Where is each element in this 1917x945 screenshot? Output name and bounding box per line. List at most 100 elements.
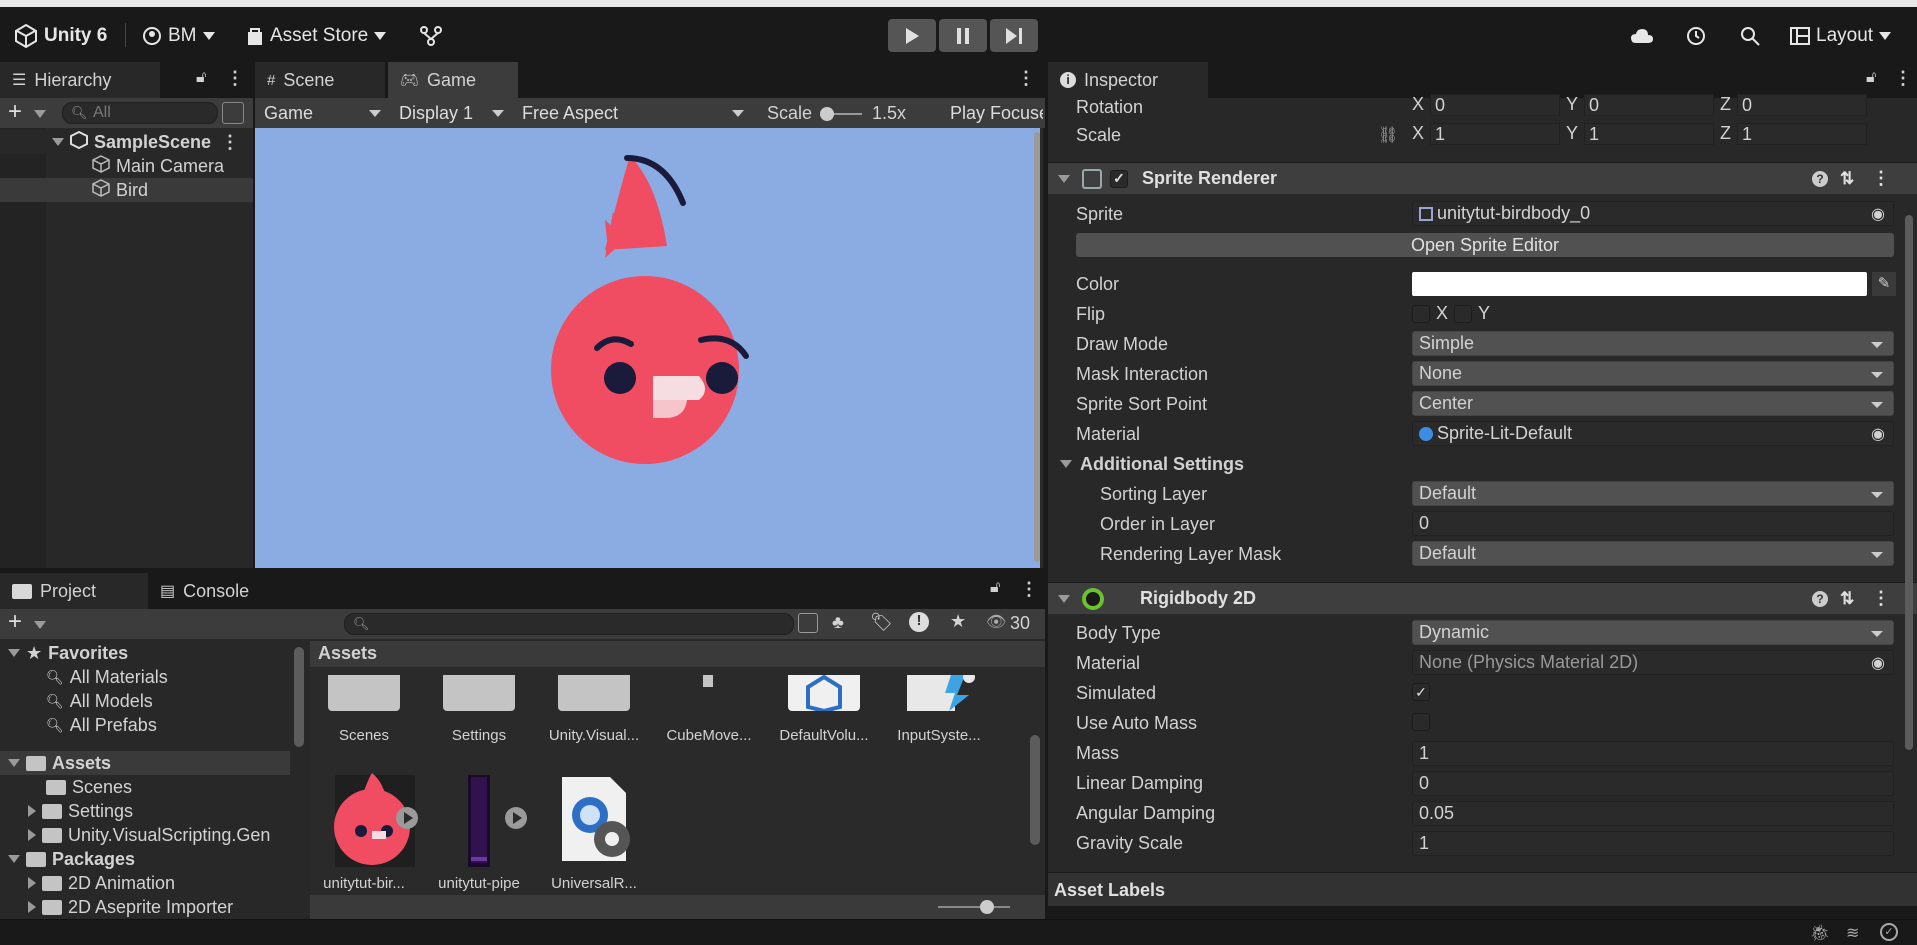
tab-hierarchy[interactable]: ☰ Hierarchy xyxy=(0,62,160,98)
tab-inspector[interactable]: i Inspector xyxy=(1048,62,1208,98)
scale-slider[interactable]: Scale 1.5x xyxy=(755,100,938,127)
play-icon[interactable] xyxy=(505,807,527,829)
unlinked-icon[interactable]: ⛓︎ xyxy=(1378,125,1398,145)
expand-icon[interactable] xyxy=(8,759,20,767)
display-dropdown[interactable]: Display 1 xyxy=(392,100,510,127)
expand-icon[interactable] xyxy=(28,805,36,817)
cloud-button[interactable] xyxy=(1630,21,1654,51)
expand-icon[interactable] xyxy=(52,138,64,146)
help-icon[interactable]: ? xyxy=(1812,170,1828,187)
asset-labels-header[interactable]: Asset Labels xyxy=(1048,872,1917,906)
order-in-layer-input[interactable]: 0 xyxy=(1412,511,1894,536)
asset-store-dropdown[interactable]: Asset Store xyxy=(246,21,387,51)
expand-icon[interactable] xyxy=(1058,174,1070,183)
object-picker-icon[interactable]: ◉ xyxy=(1871,424,1885,444)
expand-icon[interactable] xyxy=(1058,594,1070,603)
chevron-down-icon[interactable] xyxy=(34,110,46,118)
sorting-layer-dropdown[interactable]: Default xyxy=(1412,481,1894,506)
step-button[interactable] xyxy=(990,19,1038,52)
bug-icon[interactable]: 🐞︎ xyxy=(1810,923,1830,943)
asset-item[interactable]: Scenes xyxy=(310,675,418,744)
scale-track[interactable] xyxy=(820,106,863,121)
material-field[interactable]: Sprite-Lit-Default ◉ xyxy=(1412,421,1894,446)
kebab-menu-icon[interactable]: ⋮ xyxy=(1872,588,1890,609)
game-viewport[interactable] xyxy=(255,128,1043,568)
expand-icon[interactable] xyxy=(8,649,20,657)
favorite-item[interactable]: 🔍︎ All Models xyxy=(46,689,153,713)
object-picker-icon[interactable]: ◉ xyxy=(1871,204,1885,224)
play-icon[interactable] xyxy=(396,807,418,829)
lock-icon[interactable]: 🔓︎ xyxy=(196,69,206,87)
tab-scene[interactable]: # Scene xyxy=(255,62,385,98)
help-icon[interactable]: ? xyxy=(1812,590,1828,607)
chevron-down-icon[interactable] xyxy=(34,621,46,629)
unity-logo-button[interactable]: Unity 6 xyxy=(14,21,107,51)
color-swatch[interactable] xyxy=(1412,272,1867,296)
auto-mass-checkbox[interactable] xyxy=(1412,713,1430,731)
add-icon[interactable]: + xyxy=(8,608,22,636)
flip-x-checkbox[interactable] xyxy=(1412,304,1430,323)
expand-icon[interactable] xyxy=(1060,460,1072,468)
eyedropper-icon[interactable]: ✎ xyxy=(1872,272,1896,296)
sprite-field[interactable]: unitytut-birdbody_0 ◉ xyxy=(1412,201,1894,226)
expand-icon[interactable] xyxy=(28,877,36,889)
asset-item[interactable]: Settings xyxy=(425,675,533,744)
scene-search-icon[interactable] xyxy=(798,613,818,633)
linear-damping-input[interactable]: 0 xyxy=(1412,771,1894,796)
physics-material-field[interactable]: None (Physics Material 2D) ◉ xyxy=(1412,650,1894,675)
angular-damping-input[interactable]: 0.05 xyxy=(1412,801,1894,826)
rendering-layer-mask-dropdown[interactable]: Default xyxy=(1412,541,1894,566)
preset-icon[interactable]: ⇅ xyxy=(1840,169,1854,189)
sprite-renderer-header[interactable]: ✓ Sprite Renderer ? ⇅ ⋮ xyxy=(1048,162,1917,194)
search-button[interactable] xyxy=(1739,21,1761,51)
simulated-checkbox[interactable]: ✓ xyxy=(1412,683,1430,701)
grid-scrollbar[interactable] xyxy=(1030,675,1040,855)
asset-item[interactable]: CubeMove... xyxy=(655,675,763,744)
inspector-scrollbar[interactable] xyxy=(1905,100,1915,870)
layers-icon[interactable]: ≋ xyxy=(1846,923,1859,943)
gravity-scale-input[interactable]: 1 xyxy=(1412,831,1894,856)
tree-scrollbar[interactable] xyxy=(294,647,304,747)
preset-icon[interactable]: ⇅ xyxy=(1840,589,1854,609)
asset-item[interactable]: unitytut-bir... xyxy=(310,771,418,892)
body-type-dropdown[interactable]: Dynamic xyxy=(1412,620,1894,645)
asset-folder[interactable]: Scenes xyxy=(46,775,132,799)
thumbnail-size-thumb[interactable] xyxy=(980,900,994,914)
kebab-menu-icon[interactable]: ⋮ xyxy=(1872,168,1890,189)
expand-icon[interactable] xyxy=(28,901,36,913)
additional-settings-foldout[interactable]: Additional Settings xyxy=(1048,451,1917,477)
packages-row[interactable]: Packages xyxy=(8,847,135,871)
lock-icon[interactable]: 🔓︎ xyxy=(1866,69,1876,87)
draw-mode-dropdown[interactable]: Simple xyxy=(1412,331,1894,356)
mask-interaction-dropdown[interactable]: None xyxy=(1412,361,1894,386)
asset-item[interactable]: Unity.Visual... xyxy=(540,675,648,744)
kebab-menu-icon[interactable]: ⋮ xyxy=(221,132,239,153)
asset-item[interactable]: UniversalR... xyxy=(540,771,648,892)
eye-icon[interactable]: 👁︎ xyxy=(986,612,1006,632)
game-mode-dropdown[interactable]: Game xyxy=(257,100,387,127)
rotation-y-input[interactable]: 0 xyxy=(1584,94,1715,116)
scene-row[interactable]: SampleScene ⋮ xyxy=(0,130,253,154)
mass-input[interactable]: 1 xyxy=(1412,741,1894,766)
rotation-z-input[interactable]: 0 xyxy=(1737,94,1868,116)
scale-y-input[interactable]: 1 xyxy=(1584,123,1715,145)
version-control-button[interactable] xyxy=(420,21,442,51)
kebab-menu-icon[interactable]: ⋮ xyxy=(1017,68,1035,89)
star-icon[interactable]: ★ xyxy=(950,611,966,632)
hierarchy-item-bird[interactable]: Bird xyxy=(0,178,253,202)
warning-filter-icon[interactable]: ! xyxy=(909,612,929,632)
package-folder[interactable]: 2D Animation xyxy=(28,871,175,895)
aspect-dropdown[interactable]: Free Aspect xyxy=(515,100,750,127)
rigidbody-header[interactable]: Rigidbody 2D ? ⇅ ⋮ xyxy=(1048,582,1917,614)
account-dropdown[interactable]: BM xyxy=(142,21,215,51)
filter-type-icon[interactable]: ♣ xyxy=(832,612,844,633)
kebab-menu-icon[interactable]: ⋮ xyxy=(1020,579,1038,600)
hierarchy-search-input[interactable]: 🔍︎ All xyxy=(62,102,218,124)
viewport-scrollbar[interactable] xyxy=(1034,132,1040,562)
project-search-input[interactable]: 🔍︎ xyxy=(344,613,794,635)
asset-folder[interactable]: Settings xyxy=(28,799,133,823)
open-sprite-editor-button[interactable]: Open Sprite Editor xyxy=(1076,233,1894,257)
scene-search-icon[interactable] xyxy=(222,102,244,124)
rotation-x-input[interactable]: 0 xyxy=(1430,94,1561,116)
layout-dropdown[interactable]: Layout xyxy=(1790,21,1892,51)
